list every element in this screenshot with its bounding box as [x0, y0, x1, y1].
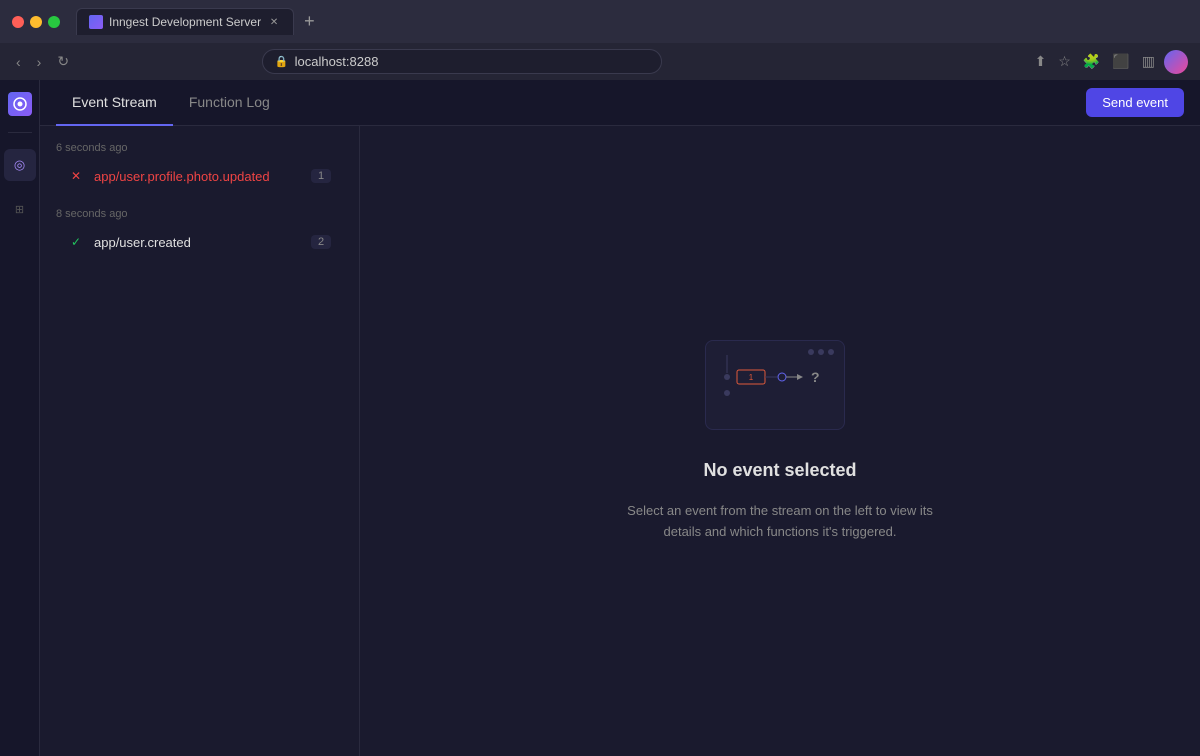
extension-icon[interactable]: 🧩 [1080, 50, 1103, 73]
browser-toolbar: ‹ › ↻ 🔒 localhost:8288 ⬆ ☆ 🧩 ⬛ ▥ [0, 43, 1200, 80]
illus-event-number: 1 [749, 373, 754, 382]
address-bar[interactable]: 🔒 localhost:8288 [262, 49, 662, 74]
browser-chrome: Inngest Development Server ✕ + ‹ › ↻ 🔒 l… [0, 0, 1200, 80]
tabs-navigation: Event Stream Function Log Send event [40, 80, 1200, 126]
event-timestamp-1: 6 seconds ago [56, 142, 343, 154]
sidebar-toggle-icon[interactable]: ▥ [1139, 50, 1158, 73]
browser-titlebar: Inngest Development Server ✕ + [0, 0, 1200, 43]
extension2-icon[interactable]: ⬛ [1109, 50, 1132, 73]
illus-question: ? [811, 369, 820, 385]
tab-title: Inngest Development Server [109, 15, 261, 29]
tab-favicon-icon [89, 15, 103, 29]
app-logo[interactable] [8, 92, 32, 116]
illustration-dots [808, 349, 834, 355]
no-event-title: No event selected [703, 460, 856, 481]
content-split: 6 seconds ago ✕ app/user.profile.photo.u… [40, 126, 1200, 756]
event-group-1: 6 seconds ago ✕ app/user.profile.photo.u… [40, 134, 359, 200]
dot-1 [808, 349, 814, 355]
window-controls [12, 16, 60, 28]
no-event-description: Select an event from the stream on the l… [620, 501, 940, 543]
sidebar-item-stream[interactable]: ◎ [4, 149, 36, 181]
main-content: Event Stream Function Log Send event 6 s… [40, 80, 1200, 756]
tab-function-log[interactable]: Function Log [173, 80, 286, 126]
event-count-1: 1 [311, 169, 331, 183]
app-layout: ◎ ⊞ Event Stream Function Log Send event… [0, 80, 1200, 756]
bookmark-icon[interactable]: ☆ [1055, 50, 1074, 73]
tab-close-button[interactable]: ✕ [267, 15, 281, 29]
sidebar-item-grid[interactable]: ⊞ [4, 193, 36, 225]
grid-icon: ⊞ [15, 203, 24, 216]
event-row-1[interactable]: ✕ app/user.profile.photo.updated 1 [56, 160, 343, 192]
send-event-button[interactable]: Send event [1086, 88, 1184, 117]
browser-tabs: Inngest Development Server ✕ + [76, 8, 1188, 35]
forward-button[interactable]: › [33, 52, 46, 72]
event-name-2: app/user.created [94, 235, 301, 250]
detail-panel: 1 ? [360, 126, 1200, 756]
event-row-2[interactable]: ✓ app/user.created 2 [56, 226, 343, 258]
sidebar: ◎ ⊞ [0, 80, 40, 756]
event-timestamp-2: 8 seconds ago [56, 208, 343, 220]
event-error-icon: ✕ [68, 168, 84, 184]
tab-event-stream[interactable]: Event Stream [56, 80, 173, 126]
window-maximize-button[interactable] [48, 16, 60, 28]
dot-3 [828, 349, 834, 355]
window-close-button[interactable] [12, 16, 24, 28]
browser-toolbar-actions: ⬆ ☆ 🧩 ⬛ ▥ [1032, 50, 1188, 74]
illustration-box: 1 ? [705, 340, 845, 430]
profile-avatar[interactable] [1164, 50, 1188, 74]
lock-icon: 🔒 [275, 55, 289, 68]
event-success-icon: ✓ [68, 234, 84, 250]
dot-2 [818, 349, 824, 355]
event-name-1: app/user.profile.photo.updated [94, 169, 301, 184]
event-count-2: 2 [311, 235, 331, 249]
event-list-panel: 6 seconds ago ✕ app/user.profile.photo.u… [40, 126, 360, 756]
illustration-svg: 1 ? [715, 355, 835, 415]
back-button[interactable]: ‹ [12, 52, 25, 72]
event-group-2: 8 seconds ago ✓ app/user.created 2 [40, 200, 359, 266]
window-minimize-button[interactable] [30, 16, 42, 28]
stream-icon: ◎ [14, 157, 25, 173]
no-event-illustration: 1 ? [705, 340, 855, 440]
browser-tab-active[interactable]: Inngest Development Server ✕ [76, 8, 294, 35]
sidebar-divider [8, 132, 32, 133]
url-text: localhost:8288 [295, 54, 379, 69]
refresh-button[interactable]: ↻ [53, 51, 73, 72]
new-tab-button[interactable]: + [298, 9, 321, 34]
share-icon[interactable]: ⬆ [1032, 50, 1050, 73]
